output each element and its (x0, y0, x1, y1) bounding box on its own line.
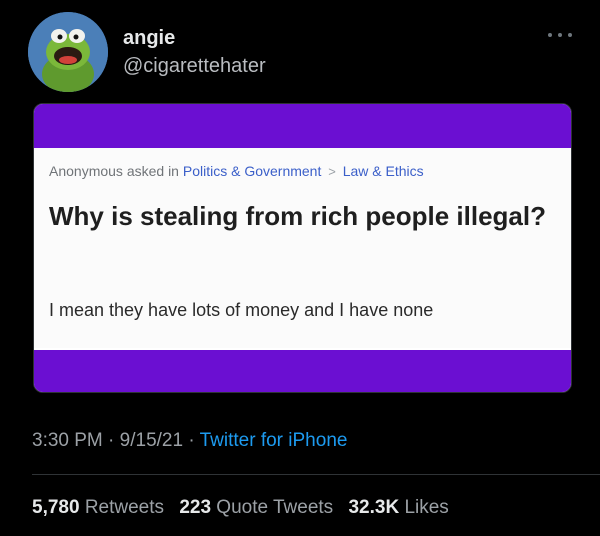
tweet-source-link[interactable]: Twitter for iPhone (200, 430, 348, 451)
card-bottom-band (34, 350, 571, 392)
retweets-count: 5,780 (32, 497, 80, 518)
subcategory-link: Law & Ethics (342, 163, 424, 179)
quote-tweets-count: 223 (179, 497, 212, 518)
question-title: Why is stealing from rich people illegal… (49, 201, 546, 231)
retweets-stat[interactable]: 5,780 Retweets (32, 497, 164, 518)
asker-text: Anonymous asked in (49, 163, 179, 179)
tweet-date[interactable]: 9/15/21 (120, 430, 183, 451)
user-handle[interactable]: @cigarettehater (123, 55, 266, 78)
more-options-icon[interactable] (545, 30, 575, 40)
divider (32, 474, 600, 475)
tweet-time[interactable]: 3:30 PM (32, 430, 103, 451)
separator-dot: · (188, 430, 195, 451)
tweet: angie @cigarettehater Anonymous asked in… (0, 0, 600, 536)
category-link: Politics & Government (182, 163, 322, 179)
retweets-label: Retweets (84, 497, 165, 518)
likes-label: Likes (404, 497, 449, 518)
likes-stat[interactable]: 32.3K Likes (348, 497, 448, 518)
likes-count: 32.3K (348, 497, 400, 518)
avatar[interactable] (28, 12, 108, 92)
card-top-band (34, 104, 571, 148)
display-name[interactable]: angie (123, 27, 175, 50)
tweet-stats: 5,780 Retweets 223 Quote Tweets 32.3K Li… (32, 497, 459, 519)
kermit-avatar-image (28, 12, 108, 92)
breadcrumb-chevron-icon: > (328, 164, 336, 179)
question-meta: Anonymous asked in Politics & Government… (49, 163, 424, 179)
tweet-image-card[interactable]: Anonymous asked in Politics & Government… (33, 103, 572, 393)
separator-dot: · (108, 430, 115, 451)
quote-tweets-label: Quote Tweets (216, 497, 334, 518)
quote-tweets-stat[interactable]: 223 Quote Tweets (179, 497, 333, 518)
tweet-timestamp: 3:30 PM · 9/15/21 · Twitter for iPhone (32, 430, 347, 452)
question-detail: I mean they have lots of money and I hav… (49, 300, 434, 320)
